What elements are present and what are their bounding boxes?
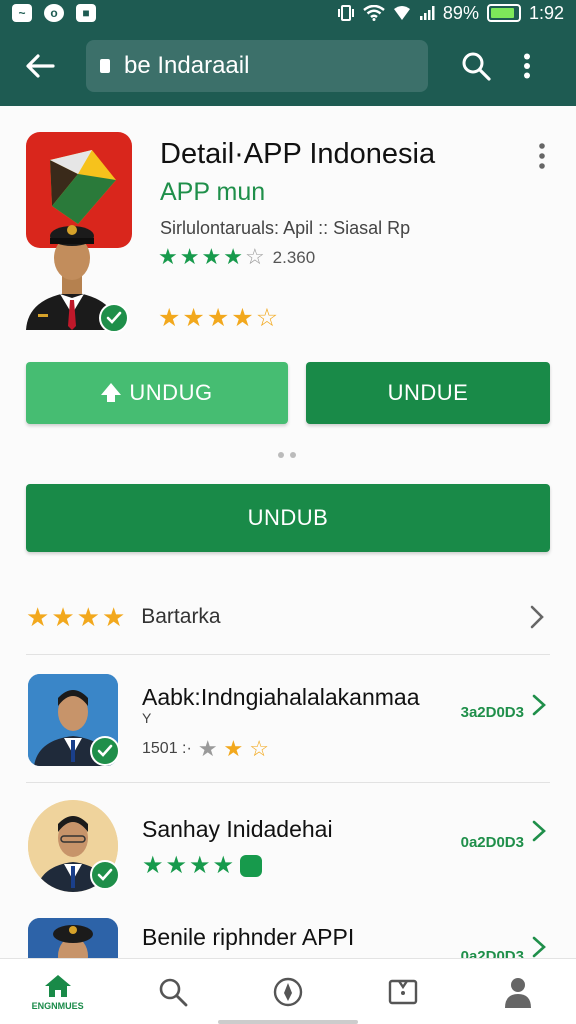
list-item[interactable]: Benile riphnder APPI 0a2D0D3 bbox=[0, 918, 576, 958]
download-button-wide[interactable]: UNDUB bbox=[26, 484, 550, 552]
list-item-size: 0a2D0D3 bbox=[460, 834, 524, 851]
gesture-bar bbox=[218, 1020, 358, 1024]
download-button-light[interactable]: UNDUG bbox=[26, 362, 288, 424]
home-icon bbox=[44, 974, 71, 997]
list-item-thumbnail bbox=[28, 918, 118, 958]
app-developer[interactable]: APP mun bbox=[160, 178, 265, 207]
star-icon: ★ bbox=[231, 304, 254, 332]
verified-badge-icon bbox=[99, 303, 129, 333]
battery-icon bbox=[486, 4, 521, 22]
vibrate-icon bbox=[337, 5, 354, 21]
green-rating: ★ ★ ★ ★ ☆ 2.360 bbox=[158, 246, 315, 268]
list-item-size: 3a2D0D3 bbox=[460, 704, 524, 721]
verified-badge-icon bbox=[90, 860, 120, 890]
list-item[interactable]: Sanhay Inidadehai ★ ★ ★ ★ 0a2D0D3 bbox=[0, 800, 576, 920]
wifi-icon bbox=[363, 5, 385, 21]
star-icon: ★ bbox=[101, 602, 126, 632]
chevron-right-icon bbox=[532, 820, 546, 842]
star-icon: ★ bbox=[158, 244, 178, 269]
divider bbox=[26, 654, 550, 655]
status-bar: ~ o ■ 89% 1:92 bbox=[0, 0, 576, 26]
app-meta-info: Sirlulontaruals: Apil :: Siasal Rp bbox=[160, 218, 411, 238]
library-icon bbox=[389, 979, 418, 1004]
download-button-light-label: UNDUG bbox=[129, 380, 213, 405]
rating-count: 2.360 bbox=[272, 247, 316, 267]
download-button-dark-label: UNDUE bbox=[387, 380, 469, 405]
star-outline-icon: ☆ bbox=[249, 736, 270, 761]
nav-account[interactable] bbox=[461, 959, 576, 1024]
chevron-right-icon bbox=[530, 605, 544, 629]
arrow-back-icon bbox=[26, 54, 55, 78]
star-icon: ★ bbox=[212, 852, 235, 879]
app-title: Detail·APP Indonesia bbox=[160, 138, 436, 170]
more-vert-icon bbox=[539, 143, 545, 169]
divider bbox=[26, 782, 550, 783]
star-icon: ★ bbox=[179, 244, 200, 269]
star-icon: ★ bbox=[51, 602, 75, 632]
message-icon: ■ bbox=[76, 4, 96, 22]
more-vert-icon bbox=[524, 53, 530, 79]
star-icon: ★ bbox=[197, 736, 218, 761]
app-more-button[interactable] bbox=[534, 142, 550, 170]
star-icon: ★ bbox=[165, 852, 188, 879]
badge-icon bbox=[240, 855, 263, 877]
chevron-right-icon bbox=[532, 936, 546, 958]
star-icon: ★ bbox=[142, 852, 164, 879]
rating-section-row[interactable]: ★ ★ ★ ★ Bartarka bbox=[26, 596, 550, 638]
search-field-value: be Indaraail bbox=[124, 52, 250, 79]
list-item-title: Benile riphnder APPI bbox=[142, 924, 355, 950]
nav-home[interactable]: ENGNMUES bbox=[0, 959, 115, 1024]
list-item-downloads: 1501 :· bbox=[142, 740, 192, 757]
download-button-wide-label: UNDUB bbox=[247, 505, 329, 530]
star-icon: ★ bbox=[223, 244, 243, 269]
rating-section-label: Bartarka bbox=[141, 605, 221, 628]
lock-icon bbox=[100, 59, 110, 73]
notification-circle-icon: o bbox=[44, 4, 64, 22]
star-icon: ★ bbox=[201, 244, 222, 269]
more-options-button[interactable] bbox=[512, 44, 542, 88]
list-item-rating: ★ ★ ★ ★ bbox=[142, 852, 263, 879]
upload-arrow-icon bbox=[101, 383, 122, 402]
search-button[interactable] bbox=[454, 44, 498, 88]
star-icon: ★ bbox=[26, 602, 50, 632]
star-icon: ★ bbox=[223, 736, 244, 761]
star-icon: ★ bbox=[206, 304, 230, 332]
nav-explore[interactable] bbox=[230, 959, 345, 1024]
star-outline-icon: ☆ bbox=[255, 304, 279, 332]
search-icon bbox=[462, 52, 491, 81]
top-app-bar: be Indaraail bbox=[0, 26, 576, 106]
chevron-right-icon bbox=[532, 694, 546, 716]
list-item-size: 0a2D0D3 bbox=[460, 948, 524, 958]
star-outline-icon: ☆ bbox=[244, 244, 265, 269]
list-item-meta: 1501 :· ★ ★ ☆ bbox=[142, 736, 269, 762]
page-indicator bbox=[278, 452, 296, 458]
wifi-call-icon bbox=[393, 6, 410, 20]
back-button[interactable] bbox=[18, 44, 62, 88]
search-icon bbox=[159, 978, 188, 1006]
list-item-title-cont: Y bbox=[142, 710, 152, 726]
status-time: 1:92 bbox=[528, 2, 564, 23]
account-icon bbox=[505, 977, 532, 1008]
compass-icon bbox=[273, 977, 303, 1006]
nav-library[interactable] bbox=[346, 959, 461, 1024]
star-icon: ★ bbox=[189, 852, 211, 879]
star-icon: ★ bbox=[76, 602, 100, 632]
nav-search[interactable] bbox=[115, 959, 230, 1024]
notification-icon: ~ bbox=[12, 4, 32, 22]
signal-icon bbox=[419, 6, 435, 20]
yellow-rating: ★ ★ ★ ★ ☆ bbox=[158, 306, 278, 331]
section-stars: ★ ★ ★ ★ bbox=[26, 604, 125, 630]
star-icon: ★ bbox=[158, 304, 181, 332]
list-item[interactable]: Aabk:Indngiahalalakanmaa Y 1501 :· ★ ★ ☆… bbox=[0, 674, 576, 794]
download-button-dark[interactable]: UNDUE bbox=[306, 362, 550, 424]
nav-home-label: ENGNMUES bbox=[31, 1000, 84, 1011]
bottom-navigation: ENGNMUES bbox=[0, 958, 576, 1024]
list-item-title: Sanhay Inidadehai bbox=[142, 816, 333, 842]
battery-percentage: 89% bbox=[442, 2, 479, 23]
star-icon: ★ bbox=[182, 304, 205, 332]
verified-badge-icon bbox=[90, 736, 120, 766]
search-field[interactable]: be Indaraail bbox=[86, 40, 428, 92]
list-item-title: Aabk:Indngiahalalakanmaa bbox=[142, 684, 420, 710]
